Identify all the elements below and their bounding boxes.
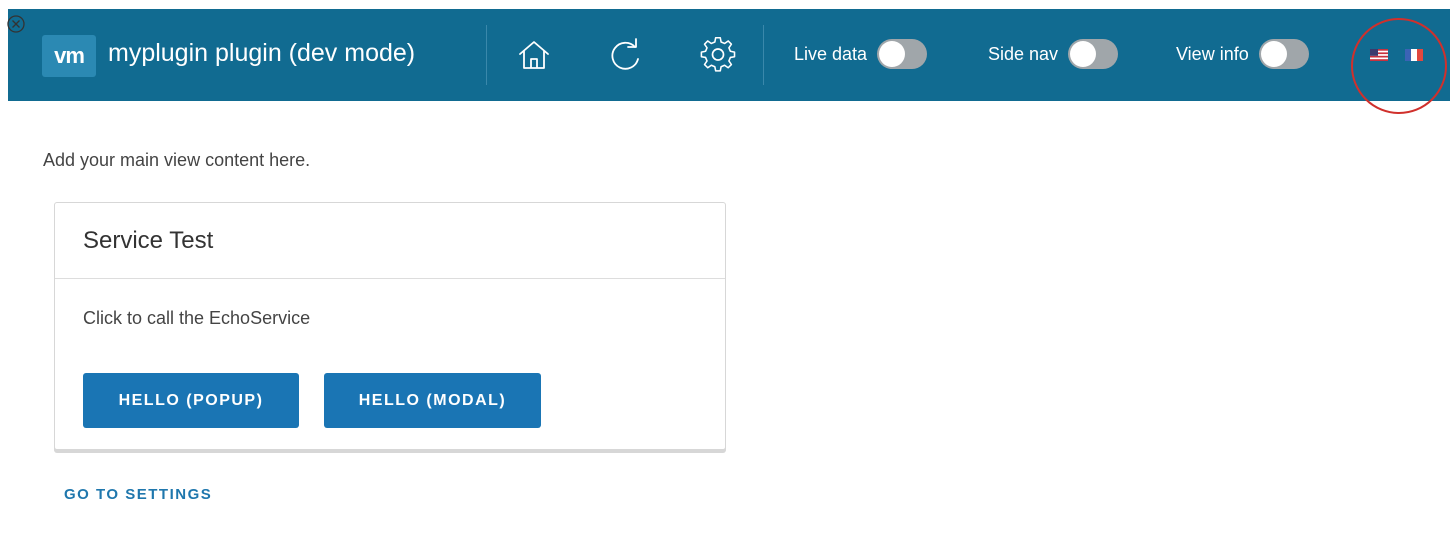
side-nav-label: Side nav (988, 43, 1059, 64)
card-body-text: Click to call the EchoService (83, 308, 311, 328)
view-info-toggle[interactable] (1258, 39, 1309, 69)
close-icon[interactable] (6, 14, 26, 34)
hello-popup-button[interactable]: HELLO (POPUP) (83, 373, 299, 428)
card-title: Service Test (83, 226, 214, 254)
vm-logo-text: vm (54, 43, 85, 68)
live-data-toggle[interactable] (877, 39, 928, 69)
live-data-toggle-group: Live data (794, 39, 928, 69)
card-header: Service Test (55, 203, 725, 279)
header-divider (486, 25, 487, 85)
hello-modal-button[interactable]: HELLO (MODAL) (324, 373, 541, 428)
app-title: myplugin plugin (dev mode) (108, 39, 416, 67)
view-info-label: View info (1176, 43, 1249, 64)
side-nav-toggle[interactable] (1068, 39, 1119, 69)
toggle-knob (1070, 41, 1097, 67)
toggle-knob (1260, 41, 1287, 67)
intro-text: Add your main view content here. (43, 150, 311, 170)
us-flag-icon[interactable] (1370, 49, 1388, 61)
app-header: vm myplugin plugin (dev mode) Live data (8, 9, 1450, 101)
view-info-toggle-group: View info (1176, 39, 1309, 69)
page: vm myplugin plugin (dev mode) Live data (0, 0, 1450, 538)
refresh-icon[interactable] (605, 35, 645, 75)
live-data-label: Live data (794, 43, 868, 64)
gear-icon[interactable] (698, 35, 738, 75)
toggle-knob (879, 41, 906, 67)
french-flag-icon[interactable] (1405, 49, 1423, 61)
home-icon[interactable] (514, 35, 554, 75)
go-to-settings-link[interactable]: GO TO SETTINGS (64, 486, 212, 503)
service-test-card: Service Test Click to call the EchoServi… (54, 202, 726, 450)
side-nav-toggle-group: Side nav (988, 39, 1119, 69)
vm-logo: vm (42, 35, 96, 77)
header-divider (763, 25, 764, 85)
